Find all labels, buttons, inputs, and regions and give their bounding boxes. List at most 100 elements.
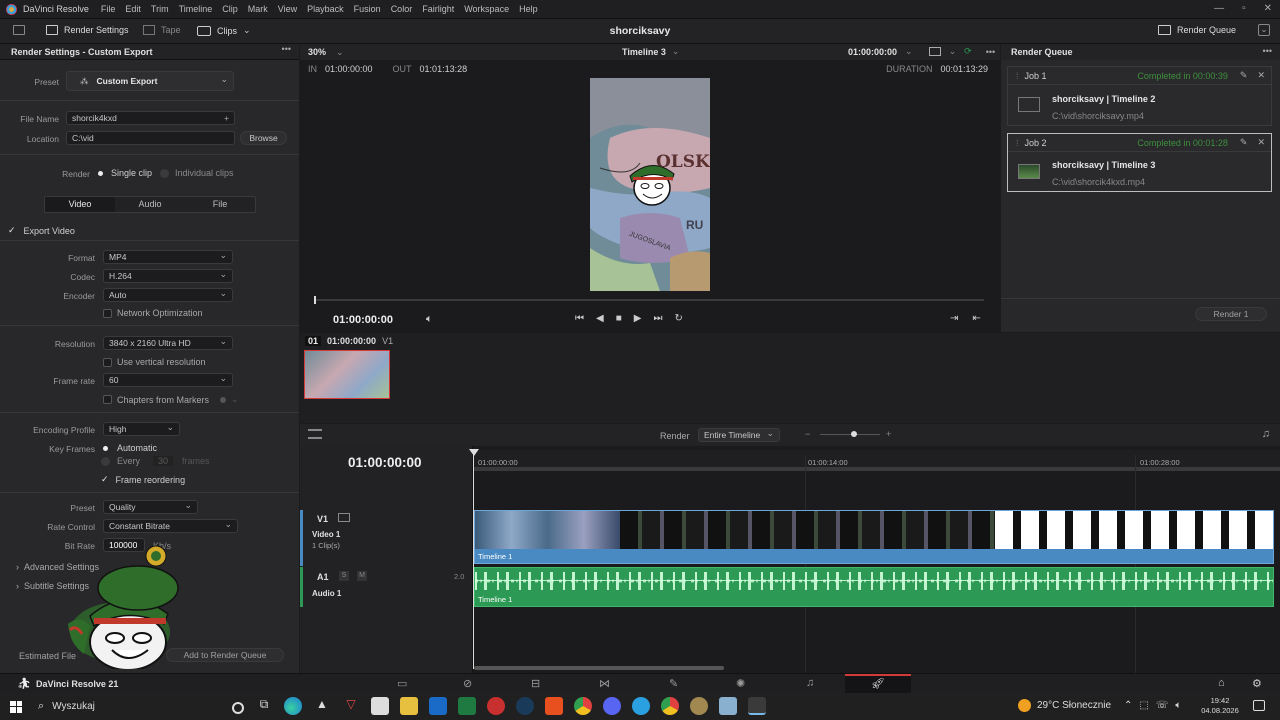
frame-rate-dropdown[interactable]: 60 [103, 373, 233, 387]
edit-page-icon[interactable]: ⊟ [531, 677, 540, 690]
video-clip[interactable]: Timeline 1 [474, 510, 1274, 564]
vertical-resolution-checkbox[interactable]: Use vertical resolution [103, 357, 206, 367]
more-options-icon[interactable]: ••• [282, 44, 291, 54]
render-settings-toggle[interactable]: Render Settings [46, 25, 129, 35]
clips-toggle[interactable]: Clips ⌄ [197, 25, 251, 36]
individual-clips-radio[interactable]: Individual clips [160, 168, 234, 178]
mute-button[interactable]: M [357, 571, 367, 581]
zoom-in-icon[interactable]: + [886, 429, 891, 439]
menu-item-file[interactable]: File [101, 4, 116, 14]
solo-button[interactable]: S [339, 571, 349, 581]
steam-icon[interactable] [516, 697, 534, 715]
film-icon[interactable] [338, 513, 350, 522]
viewer-options-icon[interactable] [928, 47, 941, 56]
playhead-marker-icon[interactable] [469, 449, 479, 456]
resolution-dropdown[interactable]: 3840 x 2160 Ultra HD [103, 336, 233, 350]
chrome-icon[interactable] [574, 697, 592, 715]
weather-widget[interactable]: 29°C Słonecznie [1018, 699, 1111, 712]
edit-icon[interactable]: ✎ [1240, 137, 1248, 148]
location-input[interactable]: C:\vid [66, 131, 235, 145]
timeline-options-icon[interactable] [308, 429, 322, 439]
clock[interactable]: 19:42 04.08.2026 [1200, 696, 1240, 716]
scrubber-playhead[interactable] [314, 296, 316, 304]
timeline-selector[interactable]: Timeline 3 ⌄ [622, 46, 679, 57]
audio-clip[interactable]: Timeline 1 [474, 567, 1274, 607]
quality-preset-dropdown[interactable]: Quality [103, 500, 198, 514]
menu-item-playback[interactable]: Playback [307, 4, 344, 14]
a1-track-label[interactable]: A1 [317, 572, 329, 582]
file-name-input[interactable]: shorcik4kxd + [66, 111, 235, 125]
menu-item-timeline[interactable]: Timeline [179, 4, 213, 14]
menu-item-view[interactable]: View [278, 4, 297, 14]
tab-video[interactable]: Video [45, 197, 115, 212]
menu-item-trim[interactable]: Trim [151, 4, 169, 14]
brave-icon[interactable] [545, 697, 563, 715]
fusion-page-icon[interactable]: ⋈ [599, 677, 610, 690]
menu-item-fairlight[interactable]: Fairlight [422, 4, 454, 14]
store-icon[interactable] [371, 697, 389, 715]
outlook-icon[interactable] [429, 697, 447, 715]
network-optimization-checkbox[interactable]: Network Optimization [103, 308, 203, 318]
fairlight-page-icon[interactable]: ✺ [736, 677, 745, 690]
menu-item-clip[interactable]: Clip [222, 4, 238, 14]
discord-icon[interactable] [603, 697, 621, 715]
widgets-icon[interactable]: ⧉ [255, 697, 273, 715]
render-queue-toggle[interactable]: Render Queue [1157, 25, 1236, 35]
notification-icon[interactable] [1253, 700, 1265, 711]
video-preview[interactable]: OLSK RU JUGOSLAVIA [590, 78, 710, 291]
close-icon[interactable]: ✕ [1264, 3, 1272, 14]
tab-audio[interactable]: Audio [115, 197, 185, 212]
key-frames-auto-radio[interactable]: Automatic [103, 443, 157, 453]
key-frames-every-radio[interactable]: Every 30 frames [101, 456, 210, 466]
deliver-page-tab[interactable]: 🚀︎ [845, 674, 911, 694]
workspace-icon[interactable] [13, 25, 25, 35]
davinci-taskbar-icon[interactable] [748, 697, 766, 715]
encoder-dropdown[interactable]: Auto [103, 288, 233, 302]
maximize-icon[interactable]: ▫ [1242, 3, 1246, 14]
tape-toggle[interactable]: Tape [143, 25, 181, 35]
render-button[interactable]: Render 1 [1195, 307, 1267, 321]
settings-gear-icon[interactable]: ⚙︎ [1252, 677, 1262, 690]
render-range-dropdown[interactable]: Entire Timeline [698, 428, 780, 442]
volume-icon[interactable]: 🔈︎ [426, 313, 433, 326]
viewer-scrubber[interactable] [314, 299, 984, 301]
network-icon[interactable]: ☏ [1156, 700, 1169, 711]
media-page-icon[interactable]: ▭ [397, 677, 407, 690]
color-page-icon[interactable]: ✎ [669, 677, 678, 690]
menu-item-mark[interactable]: Mark [248, 4, 268, 14]
file-explorer-icon[interactable] [400, 697, 418, 715]
codec-dropdown[interactable]: H.264 [103, 269, 233, 283]
frame-reordering-checkbox[interactable]: ✓ Frame reordering [101, 474, 185, 485]
audio-page-icon[interactable]: ♫ [806, 677, 814, 689]
reverse-icon[interactable]: ◀︎ [596, 313, 604, 324]
tab-file[interactable]: File [185, 197, 255, 212]
app-a-icon[interactable]: ▲ [313, 697, 331, 715]
more-options-icon[interactable]: ••• [1263, 46, 1272, 56]
app-red-icon[interactable] [487, 697, 505, 715]
menu-item-color[interactable]: Color [391, 4, 413, 14]
speaker-icon[interactable]: 🔈︎ [1175, 700, 1181, 711]
notepad-icon[interactable] [719, 697, 737, 715]
app-v-icon[interactable]: ▽ [342, 697, 360, 715]
zoom-dropdown[interactable]: 30% [308, 47, 326, 57]
minimize-icon[interactable]: — [1214, 3, 1224, 14]
plus-icon[interactable]: + [224, 113, 229, 123]
menu-item-workspace[interactable]: Workspace [464, 4, 509, 14]
menu-item-help[interactable]: Help [519, 4, 538, 14]
cut-page-icon[interactable]: ⊘ [463, 677, 472, 690]
mark-in-icon[interactable]: ⇥ [950, 313, 958, 324]
loop-icon[interactable]: ↻ [674, 313, 682, 324]
remove-job-icon[interactable]: ✕ [1257, 70, 1265, 81]
more-options-icon[interactable]: ••• [986, 47, 995, 57]
key-frames-every-input[interactable]: 30 [153, 456, 174, 466]
menu-item-edit[interactable]: Edit [125, 4, 141, 14]
windows-start-icon[interactable] [10, 700, 22, 713]
viewer-timecode[interactable]: 01:00:00:00 [848, 47, 897, 57]
render-job-1[interactable]: ⁞ Job 1 Completed in 00:00:39 ✎ ✕ shorci… [1007, 66, 1272, 126]
expand-icon[interactable]: ⌄ [1258, 24, 1270, 36]
chrome-2-icon[interactable] [661, 697, 679, 715]
single-clip-radio[interactable]: Single clip [98, 168, 152, 178]
encoding-profile-dropdown[interactable]: High [103, 422, 180, 436]
sync-icon[interactable]: ⟳ [964, 46, 972, 57]
stop-icon[interactable]: ■ [616, 313, 622, 324]
